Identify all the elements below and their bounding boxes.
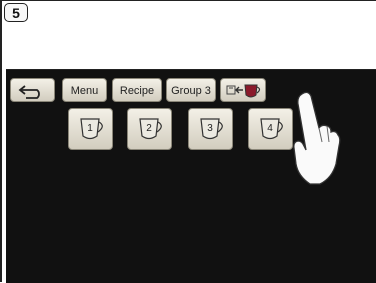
cup-number: 1 xyxy=(87,123,93,134)
cup-button-3[interactable]: 3 xyxy=(188,108,233,150)
cup-number: 3 xyxy=(207,123,213,134)
cup-button-2[interactable]: 2 xyxy=(127,108,172,150)
back-button[interactable] xyxy=(10,78,55,102)
cup-icon: 4 xyxy=(260,118,283,140)
step-badge: 5 xyxy=(4,3,28,22)
cup-icon: 1 xyxy=(80,118,103,140)
cup-icon: 3 xyxy=(200,118,223,140)
cup-icon: 2 xyxy=(139,118,162,140)
menu-button[interactable]: Menu xyxy=(62,78,107,102)
cup-swap-button[interactable] xyxy=(220,78,266,102)
recipe-button[interactable]: Recipe xyxy=(112,78,162,102)
cup-number: 4 xyxy=(267,123,273,134)
cup-to-cup-swap-icon xyxy=(226,84,261,98)
group-button[interactable]: Group 3 xyxy=(166,78,216,102)
return-arrow-icon xyxy=(18,85,40,99)
cup-number: 2 xyxy=(146,123,152,134)
cup-button-1[interactable]: 1 xyxy=(68,108,113,150)
pointing-hand-icon xyxy=(293,91,341,185)
